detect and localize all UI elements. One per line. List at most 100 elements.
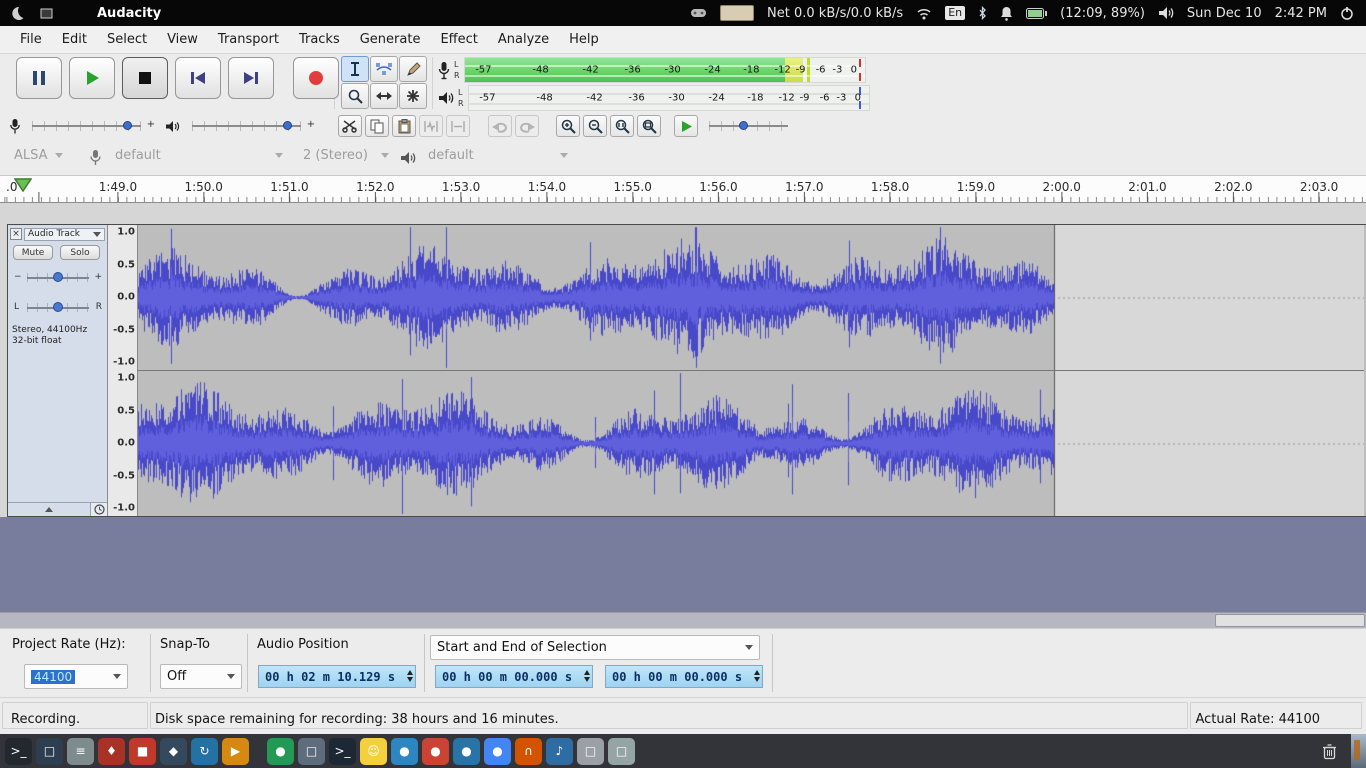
output-volume-thumb[interactable] [283, 121, 292, 130]
taskbar-web-browser[interactable]: ● [391, 737, 418, 765]
pause-button[interactable] [16, 57, 62, 99]
solo-button[interactable]: Solo [60, 245, 100, 260]
play-button[interactable] [69, 57, 115, 99]
input-volume-thumb[interactable] [123, 121, 132, 130]
snap-to-select[interactable]: Off [160, 664, 242, 689]
zoom-tool-button[interactable] [341, 83, 369, 109]
menu-analyze[interactable]: Analyze [488, 27, 559, 52]
redo-button[interactable] [515, 115, 539, 137]
spinner-icon[interactable] [584, 670, 590, 682]
play-at-speed-button[interactable] [674, 115, 698, 137]
menu-help[interactable]: Help [559, 27, 609, 52]
timeline-ruler[interactable]: .0 1:49.0 1:50.0 1:51.0 1:52.0 1:53.0 1:54.0 1… [0, 176, 1366, 203]
playback-speed-thumb[interactable] [739, 121, 748, 130]
gain-thumb[interactable] [53, 272, 63, 282]
window-indicator-icon[interactable] [40, 8, 53, 19]
gain-slider[interactable]: − + [14, 269, 102, 287]
taskbar-display-app[interactable]: □ [36, 737, 63, 765]
date-label[interactable]: Sun Dec 10 [1187, 6, 1262, 21]
menu-transport[interactable]: Transport [208, 27, 289, 52]
menu-view[interactable]: View [157, 27, 208, 52]
draw-tool-button[interactable] [399, 56, 427, 82]
clock-label[interactable]: 2:42 PM [1275, 6, 1327, 21]
spinner-icon[interactable] [754, 670, 760, 682]
horizontal-scrollbar[interactable] [0, 612, 1366, 628]
selection-tool-button[interactable] [341, 56, 369, 82]
waveform-left-channel[interactable] [138, 225, 1364, 371]
collapse-track-button[interactable] [8, 503, 91, 516]
keyboard-layout-indicator[interactable]: En [945, 5, 966, 21]
menu-effect[interactable]: Effect [430, 27, 487, 52]
taskbar-window-2[interactable]: □ [608, 737, 635, 765]
selection-end-field[interactable]: 00 h 00 m 00.000 s [605, 665, 763, 688]
track-title-menu[interactable]: Audio Track [24, 227, 105, 241]
panel-applet-thumbnail[interactable] [720, 5, 755, 21]
taskbar-media-app[interactable]: ▶ [222, 737, 249, 765]
fit-selection-button[interactable] [610, 115, 634, 137]
waveform-right-channel[interactable] [138, 371, 1364, 516]
track-menu-arrow-icon[interactable] [93, 231, 101, 237]
taskbar-settings-app[interactable]: ◆ [160, 737, 187, 765]
volume-icon[interactable] [1158, 6, 1174, 20]
multi-tool-button[interactable] [399, 83, 427, 109]
waveform-area[interactable] [138, 225, 1366, 516]
silence-audio-button[interactable] [446, 115, 470, 137]
audio-host-select[interactable]: ALSA [14, 148, 63, 163]
bluetooth-icon[interactable] [978, 6, 987, 20]
taskbar-audio-app[interactable]: ∩ [515, 737, 542, 765]
input-volume-slider[interactable]: + [30, 118, 155, 134]
track-sync-lock-button[interactable] [91, 503, 107, 516]
taskbar-chrome-browser[interactable]: ● [484, 737, 511, 765]
recording-channels-select[interactable]: 2 (Stereo) [303, 148, 389, 163]
taskbar-blue-app[interactable]: ● [453, 737, 480, 765]
caffeine-moon-icon[interactable] [10, 6, 24, 20]
menu-tracks[interactable]: Tracks [289, 27, 350, 52]
zoom-out-button[interactable] [583, 115, 607, 137]
project-rate-select[interactable]: 44100 [24, 664, 128, 689]
selection-start-field[interactable]: 00 h 00 m 00.000 s [435, 665, 593, 688]
taskbar-media-player[interactable]: ● [422, 737, 449, 765]
taskbar-chat-app[interactable]: ☺ [360, 737, 387, 765]
horizontal-scrollbar-thumb[interactable] [1215, 614, 1365, 627]
fit-project-button[interactable] [637, 115, 661, 137]
skip-to-start-button[interactable] [175, 57, 221, 99]
recording-device-select[interactable]: default [115, 148, 283, 163]
taskbar-music-app[interactable]: ♪ [546, 737, 573, 765]
vertical-scale[interactable]: 1.0 0.5 0.0 -0.5 -1.0 1.0 0.5 0.0 -0.5 -1.0 [108, 225, 138, 516]
pan-slider[interactable]: L R [14, 299, 102, 317]
wifi-icon[interactable] [916, 7, 932, 20]
taskbar-terminal[interactable]: >_ [5, 737, 32, 765]
cut-button[interactable] [338, 115, 362, 137]
menu-generate[interactable]: Generate [350, 27, 431, 52]
taskbar-window-1[interactable]: □ [577, 737, 604, 765]
audio-position-field[interactable]: 00 h 02 m 10.129 s [258, 665, 416, 688]
taskbar-file-manager[interactable]: ≡ [67, 737, 94, 765]
recording-level-bar[interactable]: -57 -48 -42 -36 -30 -24 -18 -12 -9 -6 -3 0 [463, 57, 866, 83]
taskbar-text-editor[interactable]: ♦ [98, 737, 125, 765]
paste-button[interactable] [392, 115, 416, 137]
taskbar-vm-app[interactable]: □ [298, 737, 325, 765]
mute-button[interactable]: Mute [13, 245, 53, 260]
taskbar-package-manager[interactable]: ■ [129, 737, 156, 765]
track-canvas[interactable]: × Audio Track Mute Solo − + L R Stereo, … [0, 203, 1366, 612]
menu-select[interactable]: Select [97, 27, 157, 52]
battery-icon[interactable] [1026, 7, 1048, 19]
output-volume-slider[interactable]: + [190, 118, 315, 134]
timeshift-tool-button[interactable] [370, 83, 398, 109]
taskbar-sync-app[interactable]: ↻ [191, 737, 218, 765]
power-icon[interactable] [1340, 6, 1354, 20]
playback-speed-slider[interactable] [707, 118, 802, 134]
play-pinned-head-icon[interactable] [14, 178, 32, 192]
taskbar-terminal-2[interactable]: >_ [329, 737, 356, 765]
copy-button[interactable] [365, 115, 389, 137]
undo-button[interactable] [488, 115, 512, 137]
pan-thumb[interactable] [53, 302, 63, 312]
selection-mode-select[interactable]: Start and End of Selection [430, 635, 760, 660]
gamepad-indicator-icon[interactable] [690, 7, 707, 19]
taskbar-android-app[interactable]: ● [267, 737, 294, 765]
playback-meter[interactable]: LR -57 -48 -42 -36 -30 -24 -18 -12 -9 -6 -3 0 [438, 85, 870, 111]
trash-button[interactable] [1315, 737, 1343, 765]
playback-device-select[interactable]: default [428, 148, 568, 163]
menu-file[interactable]: File [10, 27, 52, 52]
stop-button[interactable] [122, 57, 168, 99]
